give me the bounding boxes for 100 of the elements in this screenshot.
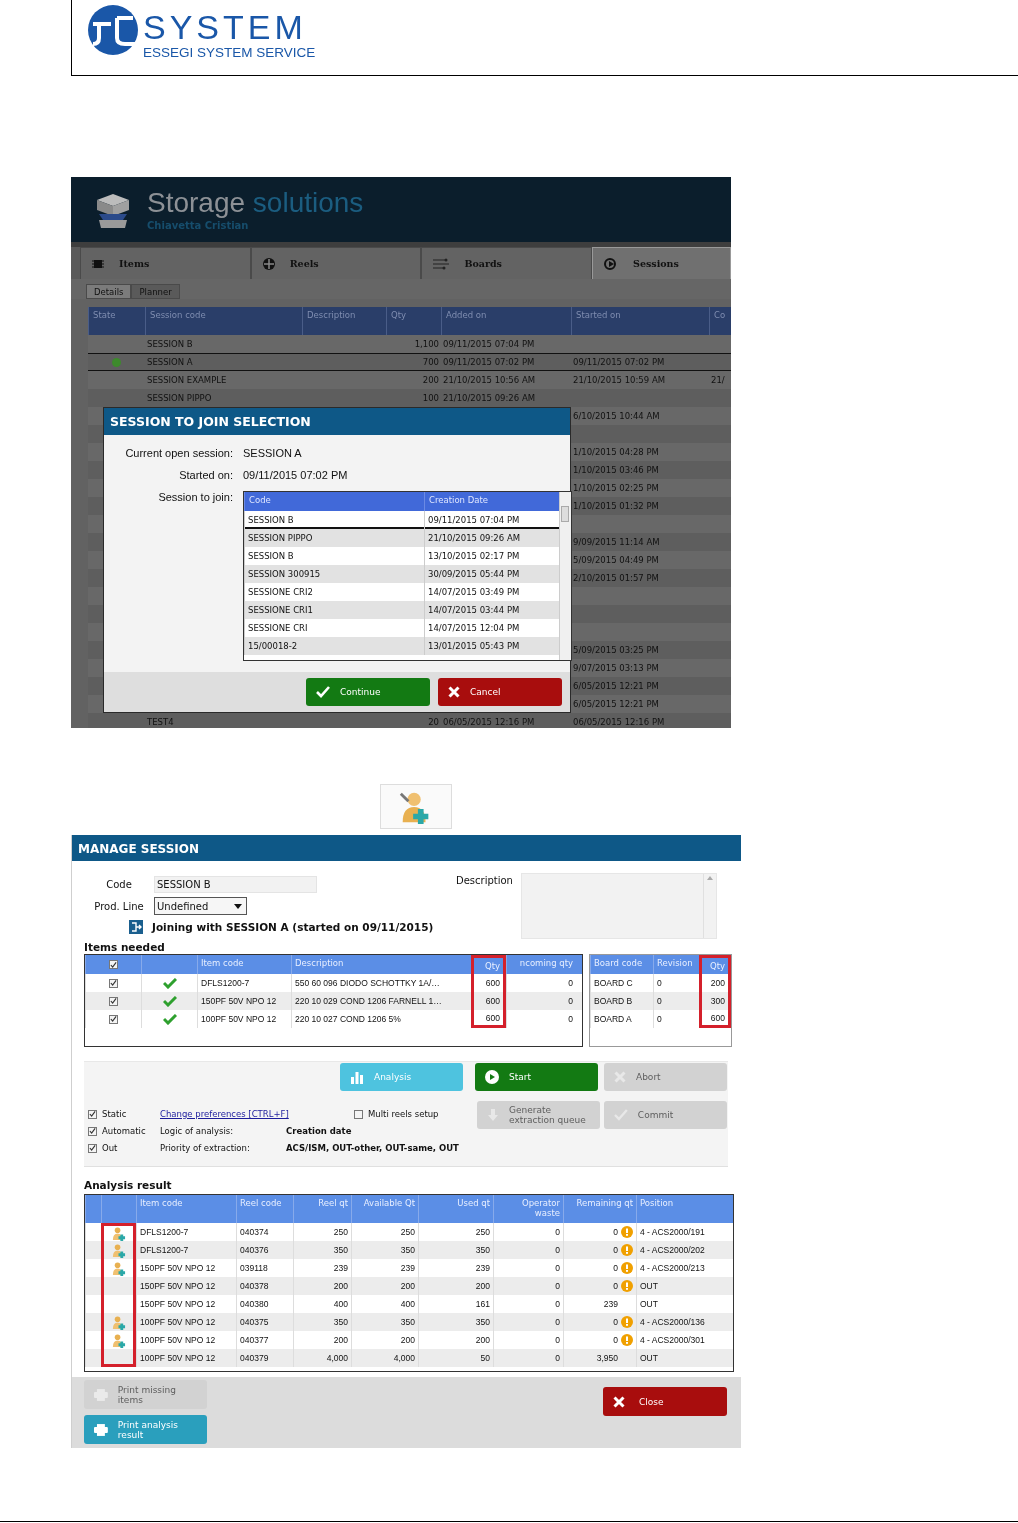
checkbox[interactable] bbox=[88, 1109, 97, 1119]
field-label: Started on: bbox=[178, 468, 233, 483]
table-cell: 21/10/2015 10:59 AM bbox=[573, 375, 666, 385]
table-cell: SESSION A bbox=[147, 357, 193, 367]
table-cell: BOARD A bbox=[590, 1010, 653, 1028]
checkbox[interactable] bbox=[109, 960, 118, 969]
table-cell: 200 bbox=[422, 375, 439, 385]
field-label: Code bbox=[105, 878, 133, 890]
join-icon bbox=[129, 920, 143, 934]
table-cell: 1/10/2015 02:25 PM bbox=[573, 483, 659, 493]
check-icon bbox=[316, 686, 330, 698]
table-row[interactable]: TEST4 20 06/05/2015 12:16 PM 06/05/2015 12:16 PM bbox=[88, 713, 731, 728]
checkbox[interactable] bbox=[109, 1014, 118, 1024]
setting-value: Creation date bbox=[286, 1126, 353, 1136]
printer-icon bbox=[94, 1423, 108, 1436]
dialog-button[interactable]: Continue bbox=[306, 678, 430, 706]
table-cell: 0 bbox=[613, 1245, 618, 1255]
print-button[interactable]: Print analysis result bbox=[84, 1415, 207, 1444]
sub-tab[interactable]: Details bbox=[86, 284, 132, 299]
worker-icon bbox=[380, 784, 452, 829]
table-cell: OUT bbox=[636, 1349, 733, 1367]
table-cell: 040379 bbox=[236, 1349, 293, 1367]
table-cell: 0 bbox=[506, 1010, 576, 1028]
table-cell: 4,000 bbox=[351, 1349, 418, 1367]
tab[interactable]: Boards bbox=[421, 247, 593, 279]
checkbox-label: Multi reels setup bbox=[368, 1109, 439, 1119]
field-label: Current open session: bbox=[124, 446, 233, 461]
table-cell: 06/05/2015 12:16 PM bbox=[443, 717, 535, 727]
table-cell: 2/10/2015 01:57 PM bbox=[573, 573, 659, 583]
list-row[interactable]: SESSION 300915 30/09/2015 05:44 PM bbox=[244, 565, 559, 583]
table-row[interactable]: SESSION EXAMPLE 200 21/10/2015 10:56 AM 21/10/2015 10:59 AM 21/ bbox=[88, 371, 731, 389]
table-cell: 15/00018-2 bbox=[244, 637, 424, 655]
list-row[interactable]: SESSIONE CRI1 14/07/2015 03:44 PM bbox=[244, 601, 559, 619]
code-field[interactable]: SESSION B bbox=[154, 875, 317, 893]
logo-wordmark: SYSTEM bbox=[143, 9, 308, 45]
table-cell: 3,950 bbox=[596, 1353, 618, 1363]
checkbox[interactable] bbox=[88, 1126, 97, 1136]
table-cell: 6/05/2015 12:21 PM bbox=[573, 699, 659, 709]
reel-icon bbox=[261, 256, 276, 271]
section-heading: Analysis result bbox=[84, 1179, 173, 1192]
play-icon bbox=[485, 1070, 499, 1084]
field-value: 09/11/2015 07:02 PM bbox=[243, 468, 349, 483]
description-field[interactable] bbox=[520, 873, 717, 939]
tab[interactable]: Items bbox=[80, 247, 251, 279]
list-row[interactable]: SESSION B 09/11/2015 07:04 PM bbox=[244, 511, 559, 529]
list-row[interactable]: SESSION PIPPO 21/10/2015 09:26 AM bbox=[244, 529, 559, 547]
worker-icon bbox=[111, 1332, 126, 1348]
worker-icon bbox=[111, 1226, 126, 1241]
table-row[interactable]: SESSION PIPPO 100 21/10/2015 09:26 AM bbox=[88, 389, 731, 407]
table-cell: 600 bbox=[699, 1010, 731, 1028]
table-cell: 100PF 50V NPO 12 bbox=[136, 1349, 236, 1367]
table-cell: 09/11/2015 07:02 PM bbox=[443, 357, 535, 367]
dialog-title: MANAGE SESSION bbox=[72, 835, 741, 861]
list-row[interactable]: 15/00018-2 13/01/2015 05:43 PM bbox=[244, 637, 559, 655]
table-cell: 1/10/2015 01:32 PM bbox=[573, 501, 659, 511]
logo-tagline: ESSEGI SYSTEM SERVICE bbox=[143, 45, 316, 61]
table-cell: 21/10/2015 09:26 AM bbox=[443, 393, 536, 403]
table-row[interactable]: SESSION B 1,100 09/11/2015 07:04 PM bbox=[88, 335, 731, 353]
app-title: Storage solutions bbox=[147, 188, 364, 218]
table-cell: SESSION EXAMPLE bbox=[147, 375, 227, 385]
table-cell: 4,000 bbox=[293, 1349, 351, 1367]
dialog-title: SESSION TO JOIN SELECTION bbox=[104, 408, 570, 435]
table-cell: 09/11/2015 07:04 PM bbox=[443, 339, 535, 349]
printer-icon bbox=[94, 1388, 108, 1401]
close-icon bbox=[613, 1395, 625, 1408]
checkbox[interactable] bbox=[354, 1109, 363, 1119]
checkbox-label: Out bbox=[102, 1143, 118, 1153]
preferences-link[interactable]: Change preferences [CTRL+F] bbox=[160, 1109, 286, 1119]
table-cell: 1/10/2015 03:46 PM bbox=[573, 465, 659, 475]
joining-text: Joining with SESSION A (started on 09/11/2015) bbox=[152, 921, 434, 933]
table-cell: 0 bbox=[653, 1010, 699, 1028]
tab[interactable]: Sessions bbox=[592, 247, 731, 279]
table-cell: 6/05/2015 12:21 PM bbox=[573, 681, 659, 691]
table-cell: 100PF 50V NPO 12 bbox=[197, 1010, 291, 1028]
worker-icon bbox=[111, 1314, 126, 1330]
table-cell: 0 bbox=[613, 1281, 618, 1291]
dialog-button[interactable]: Cancel bbox=[438, 678, 562, 706]
checkbox[interactable] bbox=[88, 1143, 97, 1153]
table-row[interactable]: SESSION A 700 09/11/2015 07:02 PM 09/11/2015 07:02 PM bbox=[88, 353, 731, 371]
table-cell: 600 bbox=[471, 1010, 506, 1028]
checkbox-label: Automatic bbox=[102, 1126, 146, 1136]
bar-chart-icon bbox=[350, 1070, 364, 1084]
caret-icon bbox=[234, 903, 242, 909]
table-cell: SESSION B bbox=[147, 339, 193, 349]
scrollbar[interactable] bbox=[559, 492, 571, 660]
checkbox[interactable] bbox=[109, 996, 118, 1006]
close-button[interactable]: Close bbox=[603, 1387, 727, 1416]
table-cell: 700 bbox=[422, 357, 439, 367]
board-icon bbox=[432, 256, 451, 271]
table-cell: 20 bbox=[428, 717, 439, 727]
table-cell: 0 bbox=[613, 1317, 618, 1327]
close-icon bbox=[448, 686, 460, 698]
sub-tab[interactable]: Planner bbox=[131, 284, 180, 299]
table-cell: 5/09/2015 04:49 PM bbox=[573, 555, 659, 565]
table-cell: SESSION PIPPO bbox=[147, 393, 212, 403]
action-button[interactable]: Start bbox=[475, 1063, 598, 1091]
tab[interactable]: Reels bbox=[250, 247, 422, 279]
checkbox[interactable] bbox=[109, 978, 118, 988]
prod-line-dropdown[interactable]: Undefined bbox=[154, 897, 247, 915]
table-cell: 06/05/2015 12:16 PM bbox=[573, 717, 665, 727]
